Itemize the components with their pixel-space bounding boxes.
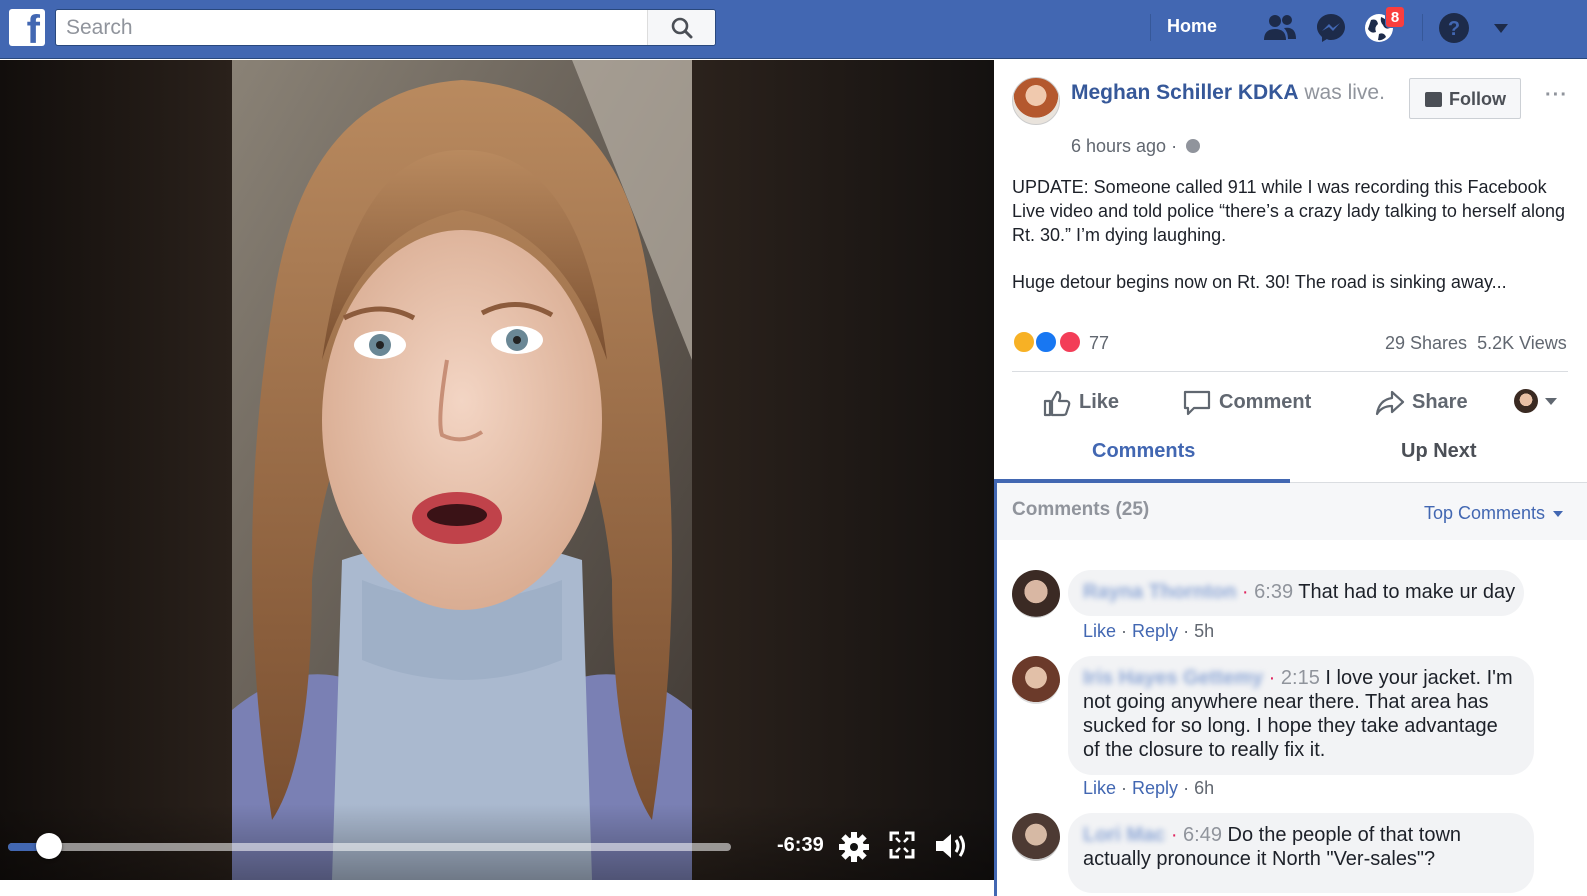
post-as-avatar[interactable] — [1514, 389, 1538, 413]
share-label: Share — [1412, 391, 1468, 413]
share-arrow-icon — [1375, 390, 1405, 416]
svg-text:?: ? — [1448, 18, 1460, 40]
facebook-logo-icon[interactable]: f — [9, 9, 45, 50]
commenter-avatar[interactable] — [1012, 813, 1060, 861]
more-options-icon[interactable]: ··· — [1545, 84, 1568, 107]
help-icon[interactable]: ? — [1438, 12, 1470, 44]
public-globe-icon — [1186, 139, 1201, 153]
settings-gear-icon[interactable] — [838, 831, 870, 863]
video-timestamp-link[interactable]: 6:39 — [1254, 581, 1293, 603]
comment-sort-dropdown[interactable]: Top Comments — [1424, 503, 1545, 524]
haha-reaction-icon — [1012, 330, 1036, 354]
post-body: UPDATE: Someone called 911 while I was r… — [1012, 175, 1572, 294]
comment-age[interactable]: 6h — [1194, 778, 1214, 798]
home-link[interactable]: Home — [1167, 16, 1217, 37]
commenter-name[interactable]: Iris Hayes Gettemy — [1083, 667, 1263, 689]
post-timestamp[interactable]: 6 hours ago — [1071, 136, 1166, 156]
sort-label: Top Comments — [1424, 503, 1546, 523]
comment-actions: Like · Reply · 5h — [1083, 621, 1215, 641]
top-navigation-bar: f Home 8 ? — [0, 0, 1587, 59]
sort-caret-icon[interactable] — [1553, 511, 1563, 517]
comment-bubble: Lori Mac · 6:49 Do the people of that to… — [1068, 813, 1534, 893]
shares-and-views: 29 Shares 5.2K Views — [1385, 333, 1567, 354]
love-reaction-icon — [1058, 330, 1082, 354]
video-progress-bar[interactable] — [8, 843, 731, 851]
comments-count: Comments (25) — [1012, 499, 1150, 520]
video-player[interactable] — [0, 60, 994, 880]
time-remaining: -6:39 — [777, 834, 824, 856]
like-reaction-icon — [1034, 330, 1058, 354]
tab-comments[interactable]: Comments — [1092, 440, 1195, 463]
comment-reply-link[interactable]: Reply — [1132, 778, 1178, 798]
messenger-icon[interactable] — [1315, 12, 1347, 44]
thumbs-up-icon — [1043, 390, 1071, 417]
commenter-avatar[interactable] — [1012, 570, 1060, 618]
commenter-avatar[interactable] — [1012, 656, 1060, 704]
nav-divider — [1150, 14, 1151, 41]
search-button[interactable] — [647, 10, 715, 45]
comment-actions: Like · Reply · 6h — [1083, 778, 1215, 798]
comment-bubble: Iris Hayes Gettemy · 2:15 I love your ja… — [1068, 656, 1534, 775]
author-status: was live. — [1304, 81, 1385, 104]
author-name-link[interactable]: Meghan Schiller KDKA — [1071, 81, 1299, 104]
search-icon — [671, 17, 693, 39]
author-avatar[interactable] — [1012, 77, 1060, 125]
fullscreen-icon[interactable] — [889, 831, 915, 859]
follow-label: Follow — [1449, 89, 1506, 109]
video-timestamp-link[interactable]: 6:49 — [1183, 824, 1222, 846]
commenter-name[interactable]: Lori Mac — [1083, 824, 1165, 846]
follow-icon — [1425, 92, 1442, 107]
comment-text: That had to make ur day — [1298, 581, 1516, 603]
post-paragraph: UPDATE: Someone called 911 while I was r… — [1012, 177, 1565, 245]
post-header: Meghan Schiller KDKA was live. — [1071, 79, 1401, 107]
video-timestamp-link[interactable]: 2:15 — [1281, 667, 1320, 689]
like-label: Like — [1079, 391, 1120, 413]
logo-letter: f — [26, 8, 40, 52]
video-scrubber-handle[interactable] — [36, 833, 62, 859]
search-input[interactable] — [56, 10, 648, 45]
video-frame[interactable] — [232, 60, 692, 880]
friend-requests-icon[interactable] — [1262, 12, 1298, 42]
comment-like-link[interactable]: Like — [1083, 778, 1116, 798]
comment-age[interactable]: 5h — [1194, 621, 1214, 641]
video-letterbox-left — [0, 60, 232, 880]
post-as-caret-icon[interactable] — [1545, 398, 1557, 405]
comment-bubble: Rayna Thornton · 6:39 That had to make u… — [1068, 570, 1524, 616]
shares-count[interactable]: 29 Shares — [1385, 333, 1467, 353]
nav-divider — [1422, 14, 1423, 41]
comment-like-link[interactable]: Like — [1083, 621, 1116, 641]
search-box — [55, 9, 716, 46]
comment-bubble-icon — [1183, 390, 1211, 416]
post-paragraph: Huge detour begins now on Rt. 30! The ro… — [1012, 272, 1507, 292]
video-subject-illustration — [232, 60, 692, 880]
volume-icon[interactable] — [934, 831, 970, 861]
tab-up-next[interactable]: Up Next — [1401, 440, 1477, 463]
account-menu-caret-icon[interactable] — [1494, 24, 1508, 33]
video-letterbox-right — [692, 60, 994, 880]
notification-badge: 8 — [1385, 6, 1405, 28]
follow-button[interactable]: Follow — [1409, 78, 1521, 119]
comment-label: Comment — [1219, 391, 1312, 413]
post-meta: 6 hours ago · — [1071, 136, 1201, 157]
reaction-count[interactable]: 77 — [1089, 333, 1109, 354]
divider — [1012, 371, 1568, 372]
views-count: 5.2K Views — [1477, 333, 1567, 353]
comment-reply-link[interactable]: Reply — [1132, 621, 1178, 641]
commenter-name[interactable]: Rayna Thornton — [1083, 581, 1236, 603]
